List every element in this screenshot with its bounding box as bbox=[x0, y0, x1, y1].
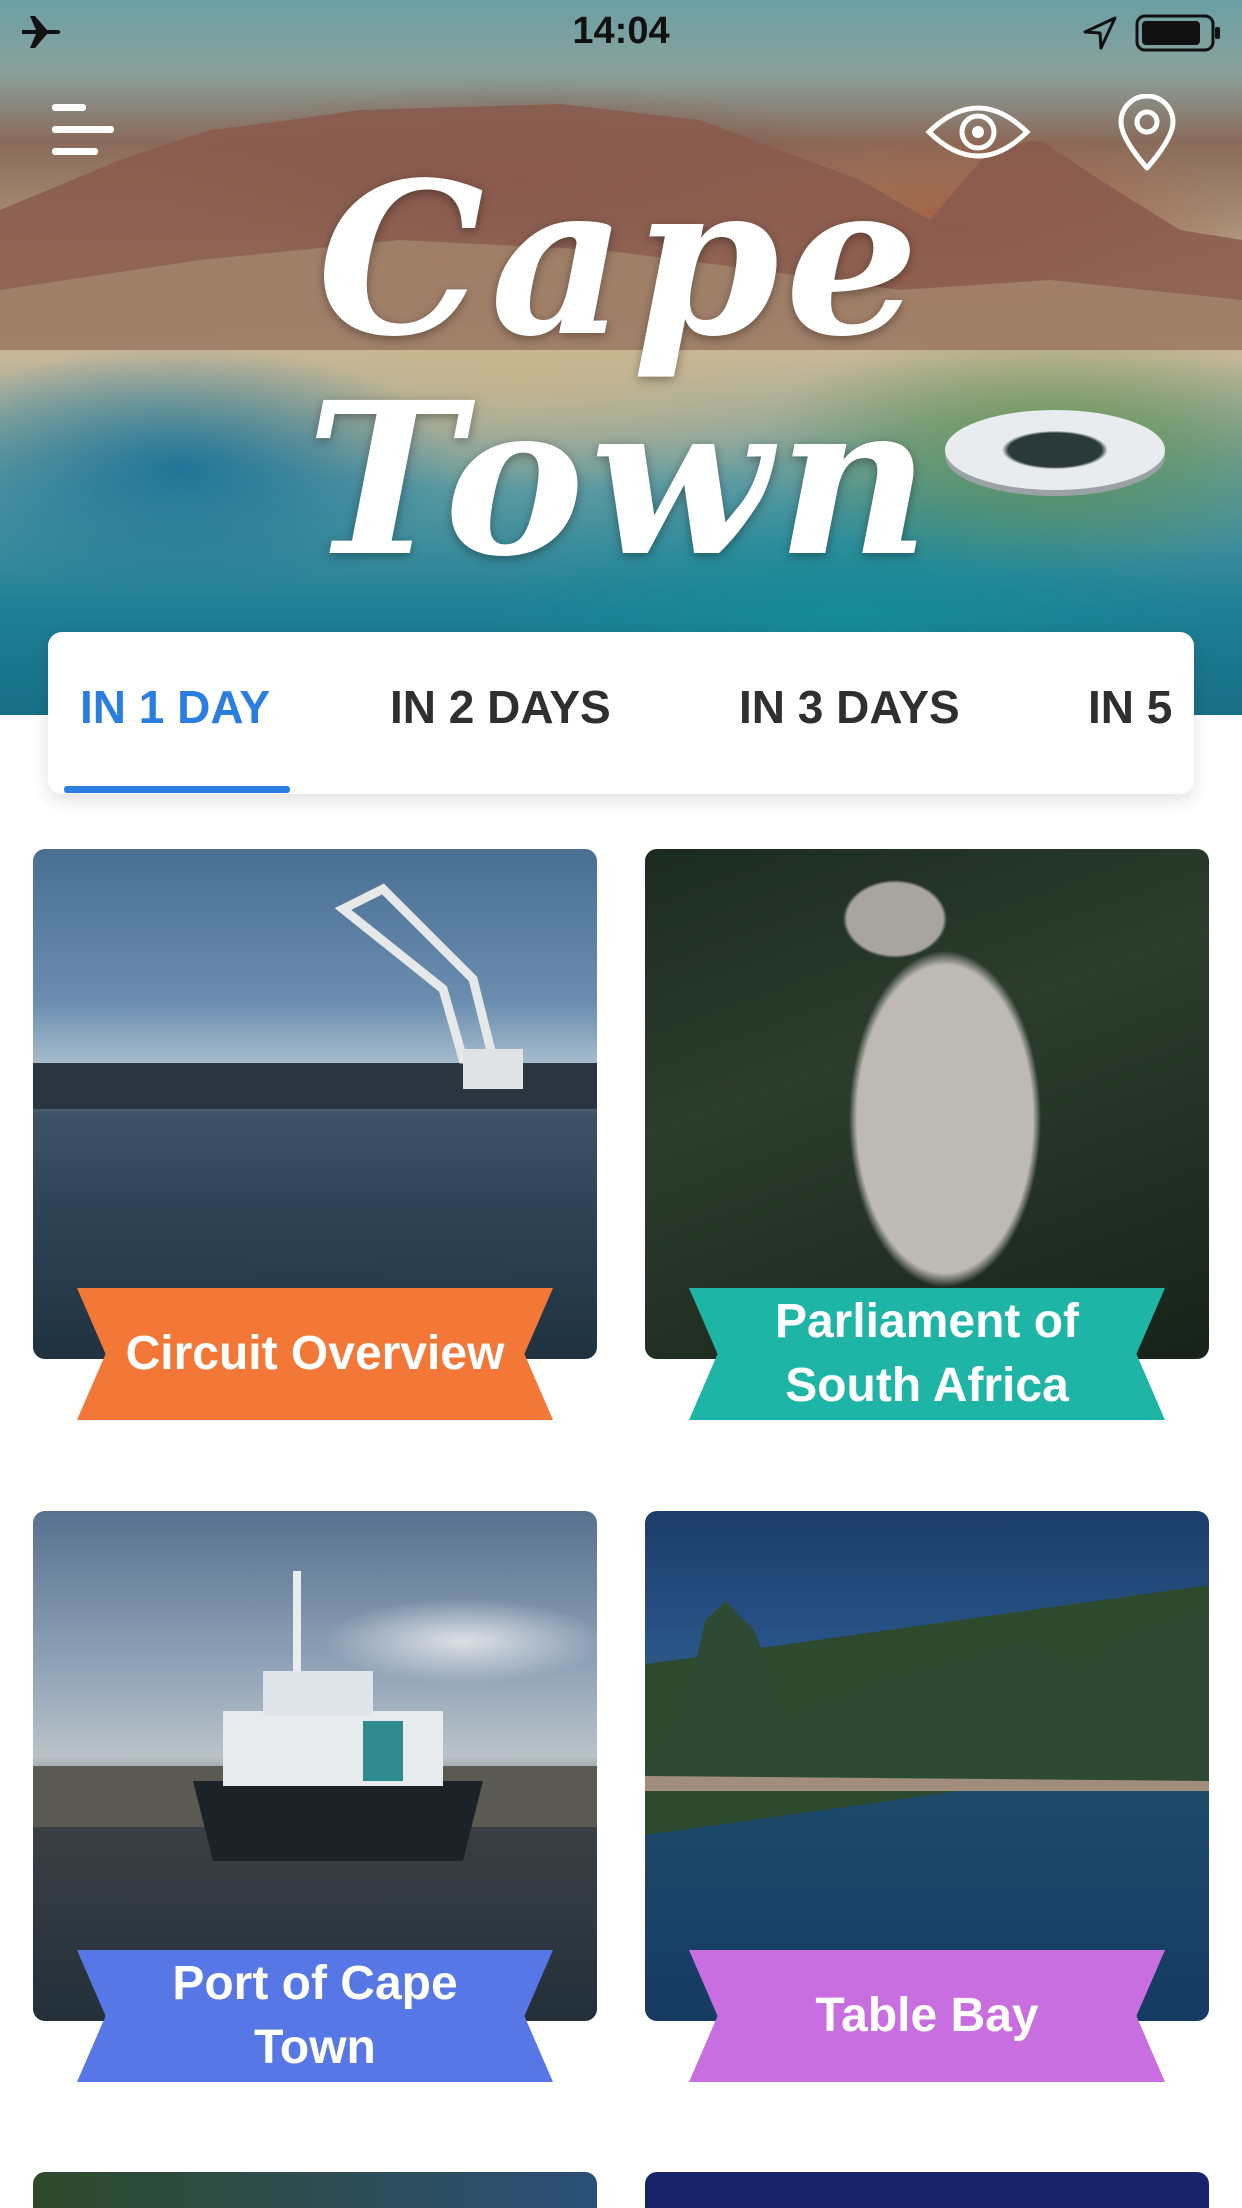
card-photo bbox=[33, 1511, 597, 2021]
crane-illustration bbox=[334, 883, 523, 1089]
menu-icon[interactable] bbox=[52, 100, 114, 160]
card-photo bbox=[645, 849, 1209, 1359]
battery-icon bbox=[1135, 14, 1220, 52]
card-title-ribbon: Table Bay bbox=[689, 1950, 1165, 2082]
map-pin-icon[interactable] bbox=[1117, 94, 1177, 172]
status-time: 14:04 bbox=[572, 10, 670, 52]
tugboat-illustration bbox=[193, 1571, 483, 1861]
card-photo bbox=[33, 849, 597, 1359]
card-title: Port of Cape Town bbox=[172, 1957, 458, 2074]
card-peek-right[interactable] bbox=[645, 2172, 1209, 2208]
duration-tabs: IN 1 DAY IN 2 DAYS IN 3 DAYS IN 5 bbox=[48, 632, 1194, 794]
tab-2-days[interactable]: IN 2 DAYS bbox=[390, 632, 611, 794]
eye-icon[interactable] bbox=[925, 100, 1031, 164]
card-table-bay[interactable]: Table Bay bbox=[645, 1511, 1209, 2082]
city-title: Cape Town bbox=[306, 136, 936, 603]
tab-1-day[interactable]: IN 1 DAY bbox=[80, 632, 270, 794]
card-title-ribbon: Parliament of South Africa bbox=[689, 1288, 1165, 1420]
card-port[interactable]: Port of Cape Town bbox=[33, 1511, 597, 2082]
tab-5-days[interactable]: IN 5 bbox=[1088, 632, 1172, 794]
card-photo bbox=[645, 1511, 1209, 2021]
card-peek-left[interactable] bbox=[33, 2172, 597, 2208]
card-title-ribbon: Circuit Overview bbox=[77, 1288, 553, 1420]
location-arrow-icon bbox=[1083, 16, 1117, 50]
card-title: Table Bay bbox=[815, 1989, 1039, 2042]
tab-3-days[interactable]: IN 3 DAYS bbox=[739, 632, 960, 794]
card-title-ribbon: Port of Cape Town bbox=[77, 1950, 553, 2082]
card-title: Circuit Overview bbox=[125, 1327, 505, 1380]
card-circuit-overview[interactable]: Circuit Overview bbox=[33, 849, 597, 1420]
mountain-illustration bbox=[645, 1601, 1209, 1791]
card-title: Parliament of South Africa bbox=[774, 1295, 1080, 1412]
hero-banner: Cape Town bbox=[0, 0, 1242, 715]
active-tab-indicator bbox=[64, 786, 290, 793]
status-bar: 14:04 bbox=[0, 0, 1242, 66]
card-parliament[interactable]: Parliament of South Africa bbox=[645, 849, 1209, 1420]
